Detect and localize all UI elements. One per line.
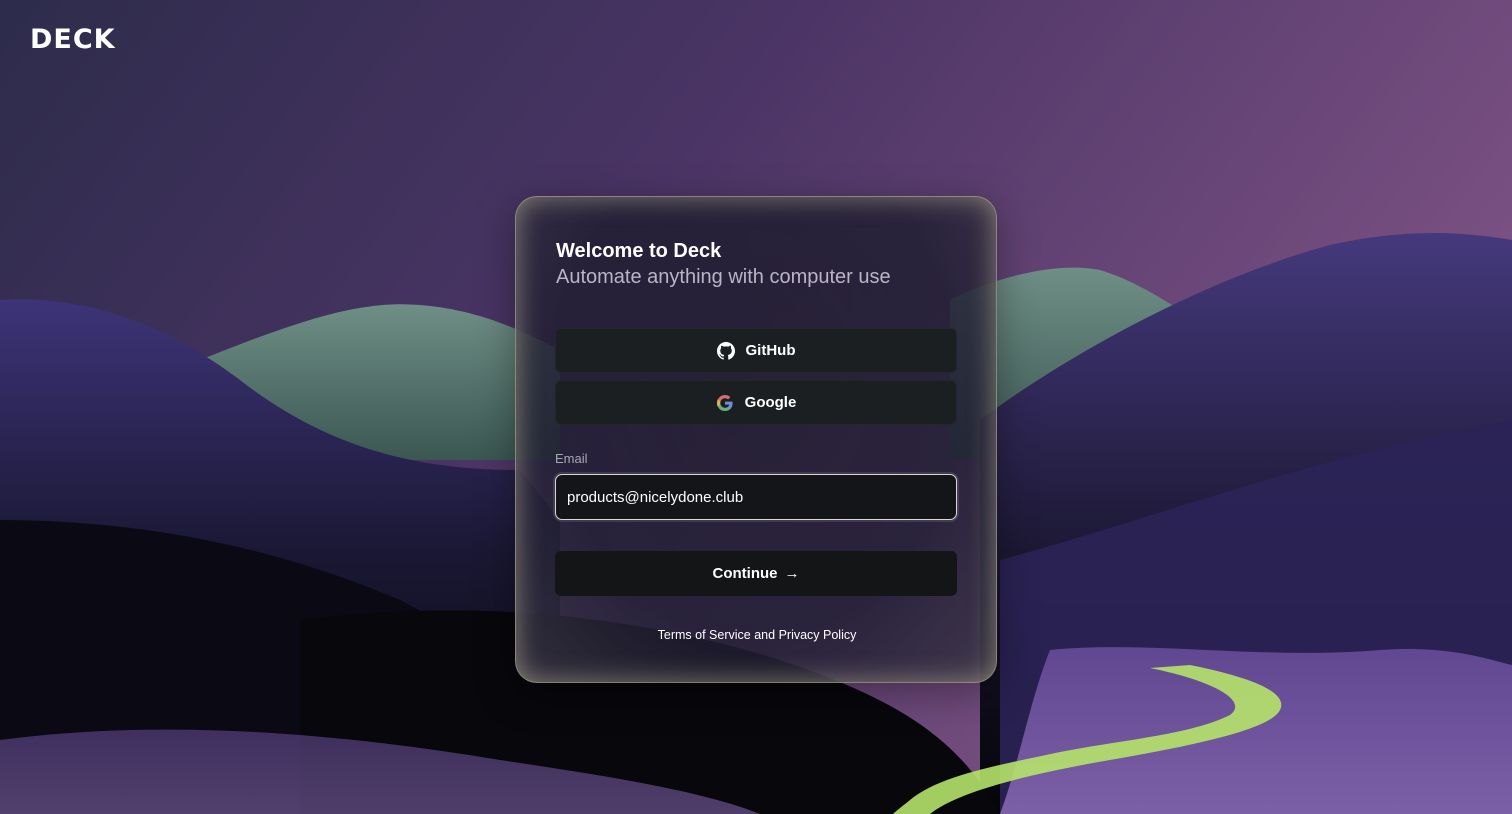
privacy-policy-link[interactable]: Privacy Policy — [779, 628, 857, 642]
email-label: Email — [555, 451, 588, 466]
terms-of-service-link[interactable]: Terms of Service — [658, 628, 751, 642]
continue-button-label: Continue — [712, 565, 778, 582]
welcome-subtitle: Automate anything with computer use — [556, 266, 891, 288]
google-signin-button[interactable]: Google — [555, 380, 957, 425]
legal-conjunction: and — [754, 628, 776, 642]
email-field[interactable] — [555, 474, 957, 520]
deck-logo[interactable]: DECK — [30, 24, 116, 55]
github-signin-button[interactable]: GitHub — [555, 328, 957, 373]
github-button-label: GitHub — [745, 342, 796, 359]
google-icon — [716, 394, 734, 412]
legal-links: Terms of Service and Privacy Policy — [516, 628, 998, 642]
welcome-title: Welcome to Deck — [556, 240, 722, 262]
google-button-label: Google — [744, 394, 797, 411]
github-icon — [716, 341, 735, 360]
arrow-right-icon: → — [784, 565, 800, 582]
signin-card: Welcome to Deck Automate anything with c… — [515, 196, 997, 683]
continue-button[interactable]: Continue → — [555, 551, 957, 596]
